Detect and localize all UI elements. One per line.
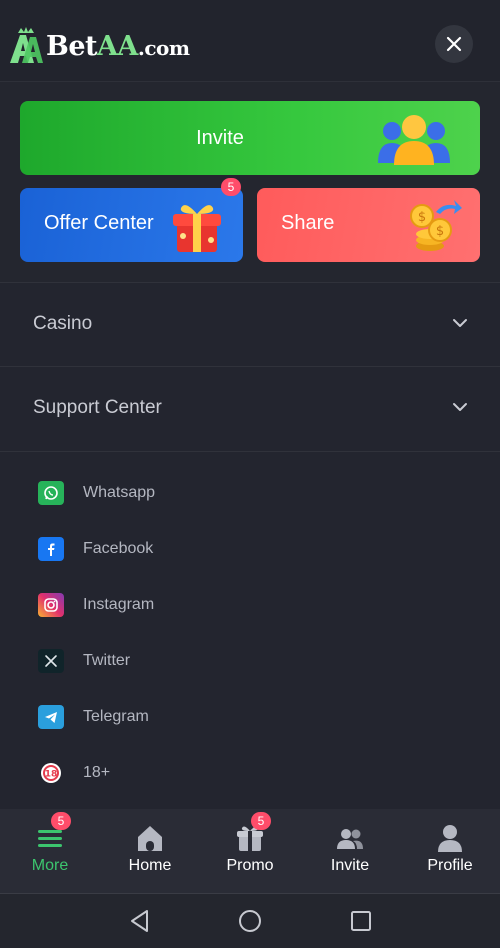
- svg-text:$: $: [418, 210, 426, 225]
- social-item-label: Instagram: [83, 596, 155, 613]
- people-icon: [378, 115, 450, 165]
- nav-profile[interactable]: Profile: [400, 809, 500, 893]
- social-item-label: Whatsapp: [83, 484, 156, 501]
- nav-label: Profile: [427, 857, 473, 874]
- home-circle-icon[interactable]: [237, 908, 263, 934]
- logo-icon: [10, 27, 43, 63]
- close-icon: [446, 36, 462, 52]
- brand-wordmark: BetAA.com: [46, 30, 190, 62]
- offer-center-button[interactable]: Offer Center 5: [20, 178, 243, 262]
- coins-icon: $ $: [410, 200, 462, 251]
- whatsapp-icon: [38, 481, 64, 505]
- instagram-icon: [38, 593, 64, 617]
- social-item-18plus[interactable]: 18 18+: [38, 759, 110, 787]
- bottom-nav: 5 More Home 5 Promo Invite Profile: [0, 809, 500, 893]
- section-label: Casino: [33, 313, 93, 334]
- home-icon: [138, 826, 162, 851]
- telegram-icon: [38, 705, 64, 729]
- nav-more[interactable]: 5 More: [0, 809, 100, 893]
- section-label: Support Center: [33, 397, 162, 418]
- svg-text:18: 18: [45, 770, 58, 780]
- social-item-facebook[interactable]: Facebook: [38, 535, 153, 563]
- back-icon[interactable]: [127, 908, 153, 934]
- svg-text:$: $: [436, 224, 444, 239]
- invite-card-label: Invite: [196, 126, 244, 149]
- share-label: Share: [281, 212, 335, 234]
- nav-label: Home: [128, 857, 172, 874]
- social-item-label: Twitter: [83, 652, 131, 669]
- close-button[interactable]: [435, 25, 473, 63]
- offer-badge: 5: [221, 178, 241, 196]
- header: BetAA.com: [0, 0, 500, 82]
- casino-section[interactable]: Casino: [0, 282, 500, 366]
- users-icon: [337, 829, 363, 849]
- offer-center-label: Offer Center: [44, 212, 154, 234]
- share-button[interactable]: Share $ $: [257, 188, 480, 262]
- nav-promo[interactable]: 5 Promo: [200, 809, 300, 893]
- social-item-label: Facebook: [83, 540, 154, 557]
- social-item-whatsapp[interactable]: Whatsapp: [38, 479, 155, 507]
- system-nav-bar: [0, 893, 500, 948]
- nav-invite[interactable]: Invite: [300, 809, 400, 893]
- social-item-twitter[interactable]: Twitter: [38, 647, 130, 675]
- nav-label: More: [31, 857, 69, 874]
- invite-card-button[interactable]: Invite: [20, 101, 480, 175]
- nav-label: Invite: [330, 857, 370, 874]
- nav-badge: 5: [51, 812, 71, 830]
- gift-box-icon: [173, 205, 221, 252]
- support-center-section[interactable]: Support Center: [0, 366, 500, 450]
- twitter-icon: [38, 649, 64, 673]
- social-item-instagram[interactable]: Instagram: [38, 591, 154, 619]
- social-links-list: Whatsapp Facebook Instagram Twitter Tele…: [0, 451, 500, 809]
- nav-home[interactable]: Home: [100, 809, 200, 893]
- action-cards: Invite Offer Center 5 Share $ $: [0, 82, 500, 282]
- social-item-label: Telegram: [83, 708, 149, 725]
- facebook-icon: [38, 537, 64, 561]
- recents-icon[interactable]: [348, 908, 374, 934]
- nav-badge: 5: [251, 812, 271, 830]
- social-item-label: 18+: [83, 764, 111, 781]
- age-18-icon: 18: [38, 761, 64, 785]
- nav-label: Promo: [226, 857, 274, 874]
- chevron-down-icon: [453, 319, 467, 327]
- person-icon: [438, 825, 462, 852]
- brand-logo[interactable]: BetAA.com: [8, 24, 190, 68]
- chevron-down-icon: [453, 403, 467, 411]
- social-item-telegram[interactable]: Telegram: [38, 703, 149, 731]
